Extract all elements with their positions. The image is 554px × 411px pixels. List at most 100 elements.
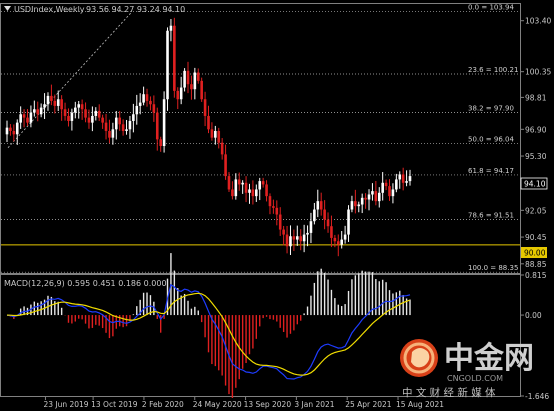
time-tick-label: 25 Apr 2021	[345, 400, 392, 409]
candle-body	[357, 204, 361, 207]
candle-body	[292, 236, 296, 240]
candle-body	[282, 229, 285, 235]
candle-body	[381, 182, 384, 193]
candle-body	[29, 112, 33, 123]
candle-body	[285, 234, 289, 247]
candle-body	[217, 130, 221, 143]
candle-body	[210, 129, 214, 138]
macd-tick-label: 0.00	[525, 311, 542, 320]
candle-body	[12, 130, 16, 135]
candle-body	[193, 72, 197, 90]
candle-body	[333, 237, 337, 242]
macd-tick-label: -1.646	[525, 392, 549, 401]
candle-body	[104, 122, 108, 131]
candle-body	[319, 201, 323, 210]
candle-body	[26, 117, 29, 123]
candle-body	[384, 182, 388, 187]
candle-body	[395, 179, 398, 190]
candle-body	[84, 109, 87, 118]
candle-body	[33, 109, 36, 113]
candle-body	[275, 207, 279, 215]
time-tick-label: 23 Jun 2019	[43, 400, 88, 409]
candle-body	[220, 142, 224, 155]
candle-body	[268, 196, 272, 207]
candle-body	[50, 95, 53, 101]
price-tick-label: 98.81	[525, 93, 547, 102]
candle-body	[94, 110, 98, 116]
candle-body	[330, 226, 333, 238]
candle-body	[19, 114, 22, 123]
candle-body	[347, 209, 350, 235]
candle-body	[224, 154, 227, 177]
candle-body	[159, 139, 162, 147]
candle-body	[67, 115, 70, 121]
candle-body	[46, 95, 50, 105]
candle-body	[302, 234, 306, 242]
candle-body	[289, 236, 292, 247]
candle-body	[401, 174, 405, 183]
candle-body	[377, 192, 381, 202]
current-price-text: 94.10	[524, 180, 546, 189]
candle-body	[343, 234, 347, 240]
fibo-label: 61.8 = 94.17	[468, 167, 514, 175]
candle-body	[190, 84, 193, 90]
price-tick-label: 92.05	[525, 206, 547, 215]
fibo-label: 78.6 = 91.51	[468, 211, 514, 219]
candle-body	[203, 99, 207, 116]
candle-body	[166, 30, 169, 100]
candle-body	[138, 102, 142, 106]
price-tick-label: 95.30	[525, 152, 547, 161]
candle-body	[278, 214, 282, 230]
candle-body	[5, 127, 9, 135]
candle-body	[360, 197, 364, 205]
candle-body	[261, 181, 265, 185]
candle-body	[323, 209, 326, 220]
candle-body	[152, 104, 156, 113]
candle-body	[231, 189, 234, 197]
candle-body	[265, 184, 268, 197]
price-tick-label: 103.40	[525, 17, 551, 26]
candle-body	[398, 174, 402, 180]
ohlc-readout: 93.56 94.27 93.24 94.10	[86, 5, 185, 14]
candle-body	[121, 124, 125, 131]
candle-body	[316, 201, 320, 210]
candle-body	[374, 191, 378, 202]
candle-body	[97, 110, 101, 118]
candle-body	[128, 120, 132, 130]
candle-body	[125, 129, 128, 131]
candle-body	[196, 72, 200, 81]
candle-body	[336, 241, 340, 245]
candle-body	[91, 115, 94, 123]
candle-body	[244, 182, 248, 193]
price-tick-label: 96.90	[525, 125, 547, 134]
candle-body	[186, 70, 190, 85]
candle-body	[22, 114, 26, 118]
candle-body	[173, 25, 176, 91]
candle-body	[74, 107, 77, 113]
candle-body	[162, 99, 166, 147]
candle-body	[234, 179, 238, 197]
fibo-label: 38.2 = 97.90	[468, 105, 514, 113]
candle-body	[36, 109, 40, 115]
candle-body	[108, 130, 111, 138]
candle-body	[56, 99, 60, 106]
fibo-label: 23.6 = 100.21	[468, 66, 518, 74]
time-tick-label: 2 Feb 2020	[142, 400, 184, 409]
candle-body	[248, 189, 251, 193]
candle-body	[53, 100, 57, 106]
candle-body	[63, 109, 67, 116]
candle-body	[364, 197, 367, 200]
candle-body	[313, 209, 316, 222]
fibo-label: 0.0 = 103.94	[468, 4, 514, 12]
candle-body	[183, 70, 186, 88]
candle-body	[80, 104, 84, 110]
price-tick-label: 100.35	[525, 68, 551, 77]
candle-body	[39, 107, 43, 115]
candle-body	[9, 127, 12, 131]
candle-body	[101, 117, 104, 123]
candle-body	[354, 201, 357, 207]
candle-body	[251, 189, 255, 197]
candle-body	[70, 112, 74, 121]
candle-body	[255, 189, 258, 197]
price-tick-label: 88.85	[525, 260, 547, 269]
